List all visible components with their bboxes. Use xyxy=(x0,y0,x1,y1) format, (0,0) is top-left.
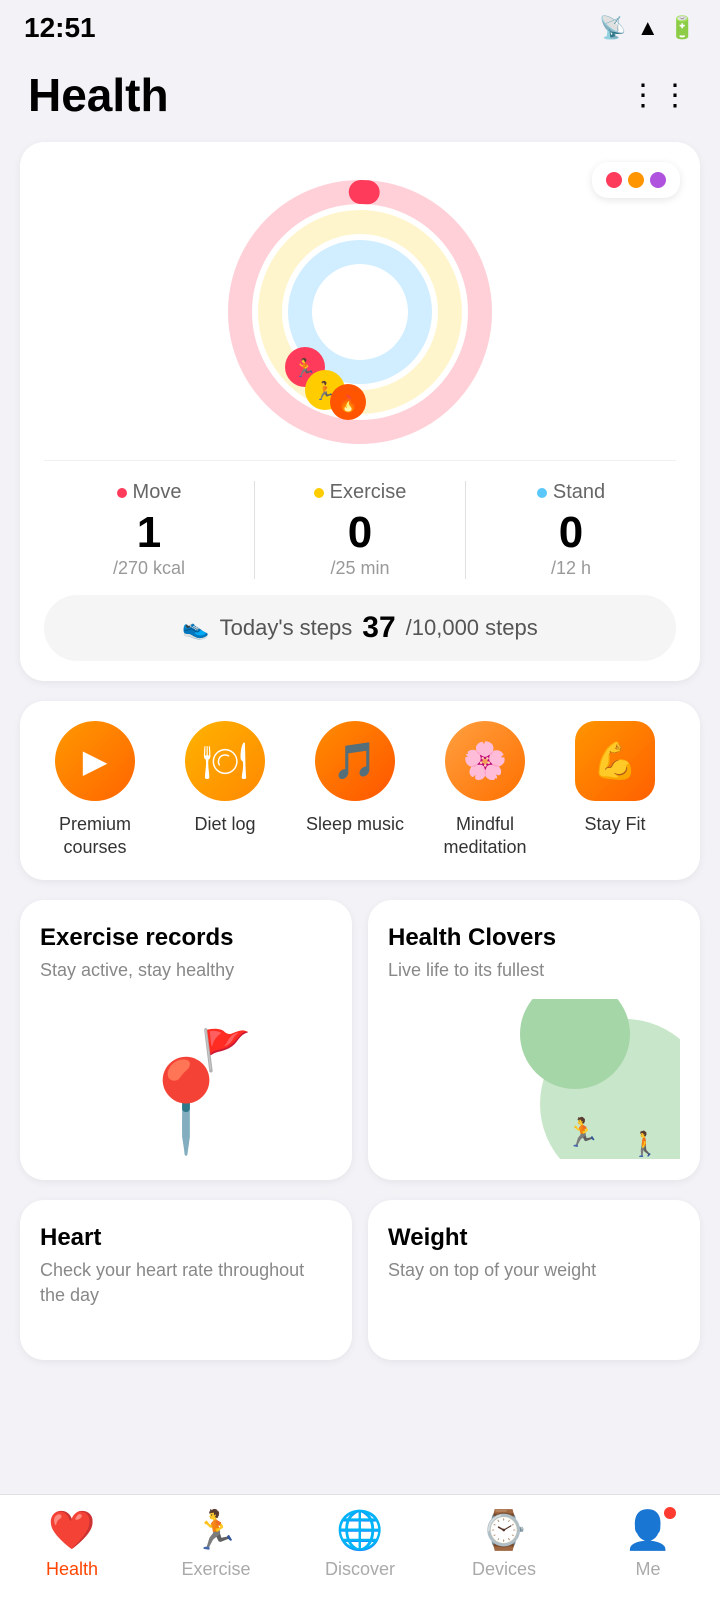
heart-card[interactable]: Heart Check your heart rate throughout t… xyxy=(20,1200,352,1360)
steps-icon: 👟 xyxy=(182,615,209,641)
bottom-feature-grid: Heart Check your heart rate throughout t… xyxy=(20,1200,700,1360)
nav-devices[interactable]: ⌚ Devices xyxy=(454,1509,554,1580)
health-clovers-subtitle: Live life to its fullest xyxy=(388,958,680,983)
diet-log-label: Diet log xyxy=(194,813,255,836)
heart-subtitle: Check your heart rate throughout the day xyxy=(40,1258,332,1308)
rings-svg: 🏃 🏃 🔥 xyxy=(220,172,500,452)
bottom-nav: ❤️ Health 🏃 Exercise 🌐 Discover ⌚ Device… xyxy=(0,1494,720,1600)
stand-sub: /12 h xyxy=(476,558,666,579)
stay-fit-icon: 💪 xyxy=(575,721,655,801)
clover-walk-icon: 🚶 xyxy=(630,1130,660,1159)
exercise-records-illustration: 🚩 📍 xyxy=(40,999,332,1159)
discover-nav-icon: 🌐 xyxy=(336,1509,383,1553)
premium-courses-label: Premium courses xyxy=(30,813,160,860)
diet-log-icon: 🍽 xyxy=(185,721,265,801)
quick-item-diet-log[interactable]: 🍽 Diet log xyxy=(160,721,290,860)
clover-runner-icon: 🏃 xyxy=(565,1116,600,1149)
exercise-label: Exercise xyxy=(330,481,407,504)
exercise-stat: Exercise 0 /25 min xyxy=(255,481,466,579)
cast-icon: 📡 xyxy=(599,15,626,41)
feature-grid: Exercise records Stay active, stay healt… xyxy=(20,900,700,1180)
page-title: Health xyxy=(28,68,169,122)
app-header: Health ⋮⋮ xyxy=(0,52,720,142)
exercise-records-subtitle: Stay active, stay healthy xyxy=(40,958,332,983)
mindful-meditation-label: Mindful meditation xyxy=(420,813,550,860)
pin-icon: 📍 xyxy=(130,1054,242,1159)
sleep-music-label: Sleep music xyxy=(306,813,404,836)
steps-count: 37 xyxy=(362,611,395,645)
quick-access-card: ▶ Premium courses 🍽 Diet log 🎵 Sleep mus… xyxy=(20,701,700,880)
weight-subtitle: Stay on top of your weight xyxy=(388,1258,680,1283)
weight-card[interactable]: Weight Stay on top of your weight xyxy=(368,1200,700,1360)
mindful-meditation-icon: 🌸 xyxy=(445,721,525,801)
discover-nav-label: Discover xyxy=(325,1559,395,1580)
location-pin: 🚩 📍 xyxy=(121,1027,251,1159)
health-nav-icon: ❤️ xyxy=(48,1509,95,1553)
nav-discover[interactable]: 🌐 Discover xyxy=(310,1509,410,1580)
stand-label: Stand xyxy=(553,481,605,504)
exercise-records-card[interactable]: Exercise records Stay active, stay healt… xyxy=(20,900,352,1180)
steps-total: /10,000 steps xyxy=(406,615,538,641)
exercise-nav-label: Exercise xyxy=(181,1559,250,1580)
move-label: Move xyxy=(133,481,182,504)
devices-nav-label: Devices xyxy=(472,1559,536,1580)
sleep-music-icon: 🎵 xyxy=(315,721,395,801)
status-bar: 12:51 📡 ▲ 🔋 xyxy=(0,0,720,52)
steps-bar[interactable]: 👟 Today's steps 37 /10,000 steps xyxy=(44,595,676,661)
status-icons: 📡 ▲ 🔋 xyxy=(599,15,696,41)
wifi-icon: ▲ xyxy=(637,15,659,41)
move-dot xyxy=(606,172,622,188)
quick-item-premium-courses[interactable]: ▶ Premium courses xyxy=(30,721,160,860)
battery-icon: 🔋 xyxy=(669,15,696,41)
steps-label: Today's steps xyxy=(220,615,353,641)
heart-title: Heart xyxy=(40,1224,332,1252)
quick-access-row: ▶ Premium courses 🍽 Diet log 🎵 Sleep mus… xyxy=(30,721,690,860)
stay-fit-label: Stay Fit xyxy=(584,813,645,836)
move-value: 1 xyxy=(54,508,244,558)
devices-nav-icon: ⌚ xyxy=(480,1509,527,1553)
nav-me[interactable]: 👤 Me xyxy=(598,1509,698,1580)
quick-item-mindful-meditation[interactable]: 🌸 Mindful meditation xyxy=(420,721,550,860)
exercise-value: 0 xyxy=(265,508,455,558)
activity-stats: Move 1 /270 kcal Exercise 0 /25 min Stan… xyxy=(44,460,676,579)
me-notification-badge xyxy=(664,1507,676,1519)
health-nav-label: Health xyxy=(46,1559,98,1580)
exercise-sub: /25 min xyxy=(265,558,455,579)
nav-health[interactable]: ❤️ Health xyxy=(22,1509,122,1580)
status-time: 12:51 xyxy=(24,12,96,44)
me-nav-label: Me xyxy=(635,1559,660,1580)
activity-card: 🏃 🏃 🔥 Move 1 /270 kcal Exercise 0 /25 m xyxy=(20,142,700,681)
stand-value: 0 xyxy=(476,508,666,558)
health-clovers-card[interactable]: Health Clovers Live life to its fullest … xyxy=(368,900,700,1180)
ring-legend xyxy=(592,162,680,198)
activity-rings: 🏃 🏃 🔥 xyxy=(44,162,676,452)
exercise-nav-icon: 🏃 xyxy=(192,1509,239,1553)
nav-exercise[interactable]: 🏃 Exercise xyxy=(166,1509,266,1580)
stand-stat: Stand 0 /12 h xyxy=(466,481,676,579)
quick-item-stay-fit[interactable]: 💪 Stay Fit xyxy=(550,721,680,860)
move-sub: /270 kcal xyxy=(54,558,244,579)
exercise-color-dot xyxy=(314,488,324,498)
me-badge-wrapper: 👤 xyxy=(624,1509,671,1553)
exercise-dot xyxy=(628,172,644,188)
quick-item-sleep-music[interactable]: 🎵 Sleep music xyxy=(290,721,420,860)
stand-color-dot xyxy=(537,488,547,498)
move-stat: Move 1 /270 kcal xyxy=(44,481,255,579)
premium-courses-icon: ▶ xyxy=(55,721,135,801)
exercise-records-title: Exercise records xyxy=(40,924,332,952)
move-color-dot xyxy=(117,488,127,498)
health-clovers-illustration: 🏃 🚶 xyxy=(388,999,680,1159)
svg-text:🔥: 🔥 xyxy=(338,394,358,413)
health-clovers-title: Health Clovers xyxy=(388,924,680,952)
stand-dot xyxy=(650,172,666,188)
weight-title: Weight xyxy=(388,1224,680,1252)
more-button[interactable]: ⋮⋮ xyxy=(628,78,692,113)
